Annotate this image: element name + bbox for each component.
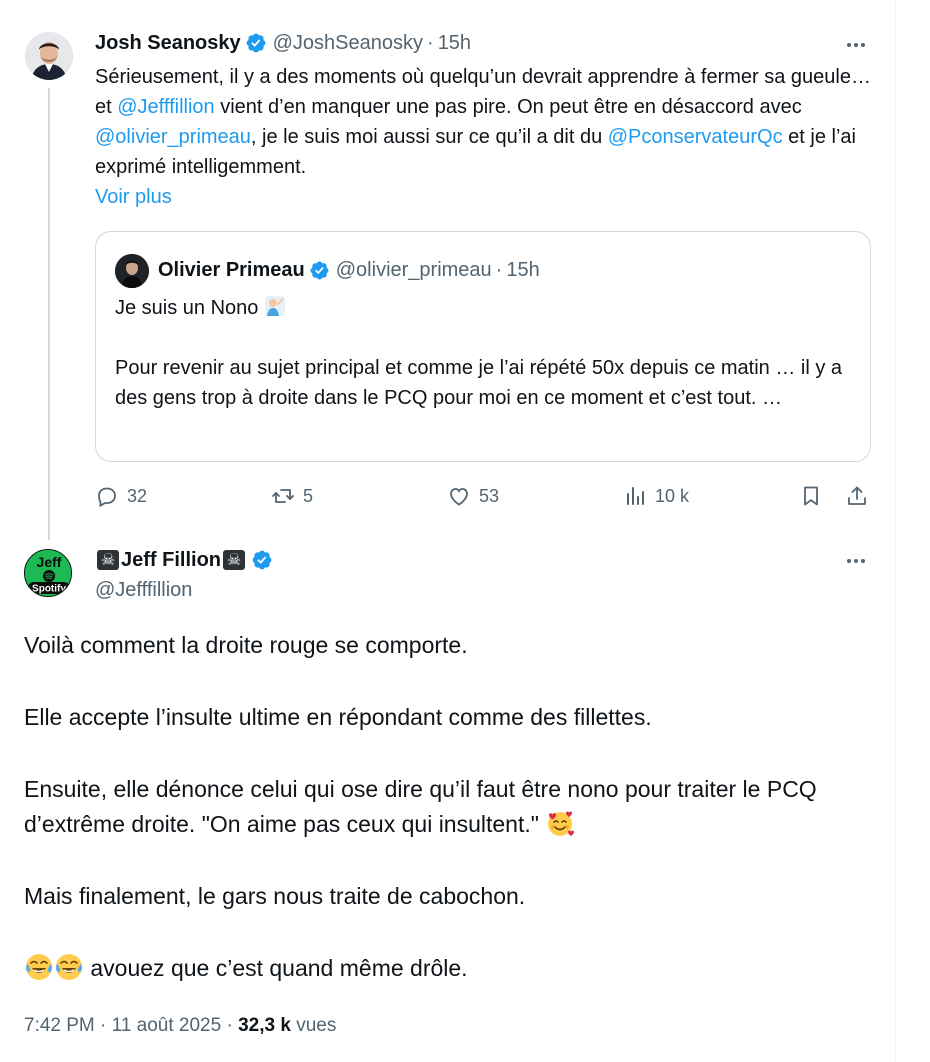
verified-badge-icon — [310, 261, 329, 279]
repost-button[interactable]: 5 — [271, 480, 313, 512]
views-button[interactable]: 10 k — [623, 480, 689, 512]
separator-dot: · — [495, 259, 503, 281]
smiling-face-with-hearts-icon — [548, 811, 575, 836]
verified-badge-icon[interactable] — [245, 32, 267, 54]
separator-dot: · — [226, 1015, 233, 1036]
tweet-header: ☠ Jeff Fillion ☠ — [95, 548, 273, 572]
separator-dot: · — [427, 32, 434, 54]
text-segment: vient d’en manquer une pas pire. On peut… — [214, 96, 802, 118]
parent-tweet[interactable]: Josh Seanosky @JoshSeanosky · 15h Sérieu… — [0, 0, 895, 540]
author-handle[interactable]: @JoshSeanosky — [273, 31, 423, 55]
tweet-paragraph: Ensuite, elle dénonce celui qui ose dire… — [24, 772, 884, 842]
tweet-text: Voilà comment la droite rouge se comport… — [24, 628, 884, 1023]
author-name[interactable]: Josh Seanosky — [95, 31, 241, 55]
avatar-text-bottom: Spotify — [32, 584, 66, 595]
face-with-tears-of-joy-icon — [55, 954, 83, 980]
quoted-author-avatar[interactable] — [115, 254, 149, 288]
skull-crossbones-icon: ☠ — [223, 550, 245, 570]
quoted-tweet-timestamp[interactable]: 15h — [506, 258, 539, 282]
share-icon — [848, 486, 866, 505]
skull-crossbones-icon: ☠ — [97, 550, 119, 570]
text-segment: , je le suis moi aussi sur ce qu’il a di… — [250, 126, 608, 148]
quoted-tweet-header: Olivier Primeau @olivier_primeau · 15h — [158, 258, 540, 282]
quoted-author-handle[interactable]: @olivier_primeau — [336, 258, 492, 282]
author-avatar[interactable] — [25, 32, 73, 80]
more-icon[interactable] — [844, 549, 868, 573]
reply-icon — [98, 487, 116, 508]
repost-icon — [272, 489, 294, 503]
quoted-tweet-card[interactable]: Olivier Primeau @olivier_primeau · 15h J… — [95, 231, 871, 462]
thread-connector — [48, 88, 50, 540]
share-button[interactable] — [845, 480, 869, 512]
mention-link[interactable]: @PconservateurQc — [608, 126, 783, 148]
column-border — [895, 0, 896, 1062]
repost-count: 5 — [303, 485, 314, 506]
views-count[interactable]: 32,3 k — [238, 1015, 291, 1036]
author-avatar[interactable]: Jeff Spotify — [24, 549, 72, 597]
quoted-author-name[interactable]: Olivier Primeau — [158, 258, 305, 282]
mention-link[interactable]: @Jefffillion — [117, 96, 214, 118]
mention-link[interactable]: @olivier_primeau — [95, 126, 251, 148]
tweet-header: Josh Seanosky @JoshSeanosky · 15h — [95, 31, 471, 55]
views-icon — [627, 487, 644, 505]
verified-badge-icon[interactable] — [251, 549, 273, 571]
separator-dot: · — [100, 1015, 107, 1036]
more-icon[interactable] — [844, 33, 868, 57]
show-more-link[interactable]: Voir plus — [95, 182, 172, 212]
face-with-tears-of-joy-icon — [25, 954, 53, 980]
tweet-action-bar: 32 5 53 10 k — [95, 480, 875, 512]
author-name[interactable]: Jeff Fillion — [121, 548, 221, 572]
tweet-paragraph: avouez que c’est quand même drôle. — [24, 951, 884, 986]
tweet-paragraph: Voilà comment la droite rouge se comport… — [24, 632, 468, 658]
tweet-timestamp[interactable]: 15h — [438, 31, 471, 55]
heart-icon — [450, 488, 468, 506]
reply-count: 32 — [127, 485, 148, 506]
tweet-paragraph: Elle accepte l’insulte ultime en réponda… — [24, 704, 652, 730]
tweet-date[interactable]: 11 août 2025 — [112, 1015, 222, 1036]
author-handle[interactable]: @Jefffillion — [95, 578, 192, 602]
tweet-text: Sérieusement, il y a des moments où quel… — [95, 62, 885, 182]
paragraph-text: avouez que c’est quand même drôle. — [90, 955, 468, 981]
avatar-text-top: Jeff — [37, 554, 62, 570]
reply-button[interactable]: 32 — [95, 480, 147, 512]
bookmark-icon — [804, 486, 818, 506]
like-button[interactable]: 53 — [447, 480, 499, 512]
views-label: vues — [296, 1015, 337, 1036]
paragraph-text: Ensuite, elle dénonce celui qui ose dire… — [24, 776, 817, 837]
tweet-time[interactable]: 7:42 PM — [24, 1015, 95, 1036]
quoted-text: Je suis un Nono — [115, 297, 259, 319]
person-facepalming-icon — [265, 296, 286, 316]
view-count: 10 k — [655, 485, 690, 506]
tweet-paragraph: Mais finalement, le gars nous traite de … — [24, 883, 526, 909]
like-count: 53 — [479, 485, 500, 506]
bookmark-button[interactable] — [799, 480, 823, 512]
quoted-tweet-first-line: Je suis un Nono — [115, 293, 286, 323]
tweet-meta: 7:42 PM · 11 août 2025 · 32,3 k vues — [24, 1013, 336, 1039]
quoted-tweet-body: Pour revenir au sujet principal et comme… — [115, 357, 843, 409]
